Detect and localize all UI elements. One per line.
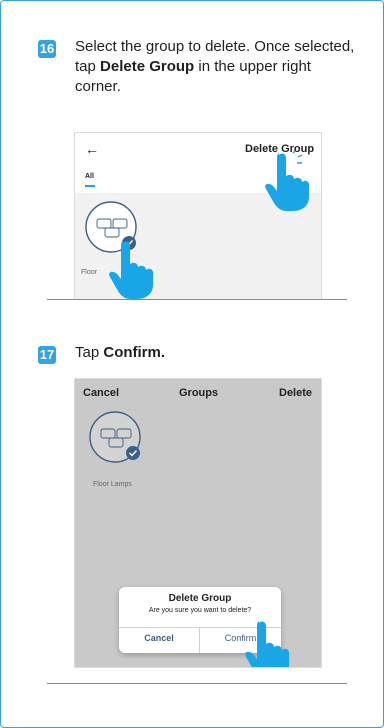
screen-title: Groups <box>179 387 219 399</box>
step-16-badge: 16 <box>38 40 56 58</box>
delete-button[interactable]: Delete <box>279 387 312 399</box>
step-17-text-a: Tap <box>75 344 104 361</box>
tap-hand-icon <box>109 241 154 299</box>
group-caption: Floor Lamps <box>93 481 132 488</box>
instruction-page: 16 Select the group to delete. Once sele… <box>0 0 384 728</box>
group-tile[interactable] <box>87 409 151 473</box>
cancel-button[interactable]: Cancel <box>83 387 119 399</box>
step-16-text-bold: Delete Group <box>100 58 195 75</box>
step-17-instruction: Tap Confirm. <box>75 343 355 363</box>
dialog-cancel-button[interactable]: Cancel <box>119 633 199 643</box>
step-16-screenshot: ← Delete Group All ✲ Floor <box>75 133 321 299</box>
dialog-title: Delete Group <box>168 593 232 604</box>
step-16-instruction: Select the group to delete. Once selecte… <box>75 37 355 97</box>
step-17-text-bold: Confirm. <box>103 344 166 361</box>
step-17-screenshot: Cancel Groups Delete Floor Lamps Delete … <box>75 379 321 667</box>
divider-line <box>47 683 347 684</box>
tap-hand-icon <box>245 621 290 667</box>
step-17-badge: 17 <box>38 346 56 364</box>
tab-all[interactable]: All <box>85 173 94 180</box>
dialog-message: Are you sure you want to delete? <box>148 607 252 614</box>
back-arrow-icon[interactable]: ← <box>85 141 99 157</box>
divider-line <box>47 299 347 300</box>
tap-hand-icon <box>265 151 310 211</box>
group-caption: Floor <box>81 269 97 276</box>
tab-indicator <box>85 185 95 187</box>
